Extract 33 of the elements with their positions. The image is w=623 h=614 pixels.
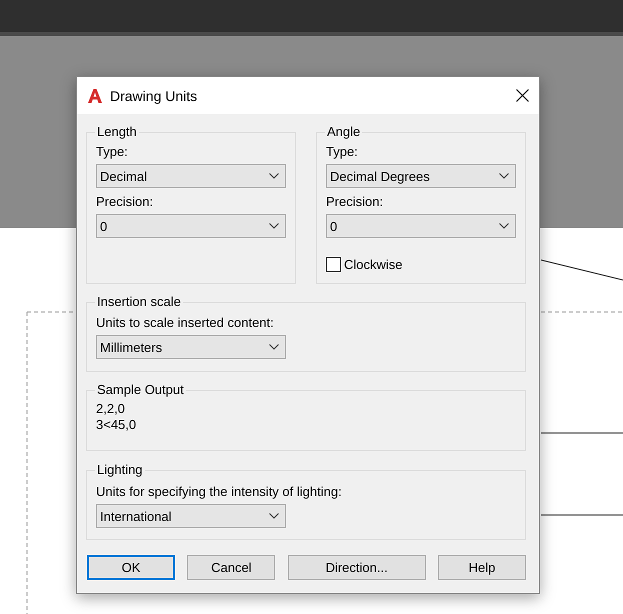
chevron-icon	[499, 223, 509, 229]
dropdown[interactable]: 0	[96, 214, 286, 238]
dropdown[interactable]: 0	[326, 214, 516, 238]
group-title: Length	[95, 124, 139, 140]
dialog-button[interactable]: OK	[87, 555, 175, 580]
field-label: Units to scale inserted content:	[96, 315, 275, 331]
dropdown[interactable]: Decimal	[96, 164, 286, 188]
checkbox[interactable]	[326, 257, 341, 272]
checkbox-label: Clockwise	[344, 257, 403, 272]
field-label: Type:	[326, 144, 359, 160]
field-label: Precision:	[96, 194, 154, 210]
app-logo-icon	[87, 88, 103, 104]
close-icon[interactable]	[516, 89, 529, 102]
dialog-button[interactable]: Direction...	[288, 555, 426, 580]
field-label: Units for specifying the intensity of lighting:	[96, 484, 343, 500]
field-label: Precision:	[326, 194, 384, 210]
sample-output-line: 3<45,0	[96, 417, 138, 433]
group-title: Angle	[325, 124, 362, 140]
field-label: Type:	[96, 144, 129, 160]
chevron-icon	[269, 513, 279, 519]
chevron-icon	[269, 173, 279, 179]
dialog-button[interactable]: Help	[438, 555, 526, 580]
chevron-icon	[269, 344, 279, 350]
dialog-title: Drawing Units	[110, 88, 198, 104]
sample-output-line: 2,2,0	[96, 401, 126, 417]
dialog-button[interactable]: Cancel	[187, 555, 276, 580]
group-title: Sample Output	[95, 382, 186, 398]
chevron-icon	[269, 223, 279, 229]
dropdown[interactable]: International	[96, 504, 286, 528]
chevron-icon	[499, 173, 509, 179]
dropdown[interactable]: Decimal Degrees	[326, 164, 516, 188]
dropdown[interactable]: Millimeters	[96, 335, 286, 359]
group-title: Lighting	[95, 462, 145, 478]
